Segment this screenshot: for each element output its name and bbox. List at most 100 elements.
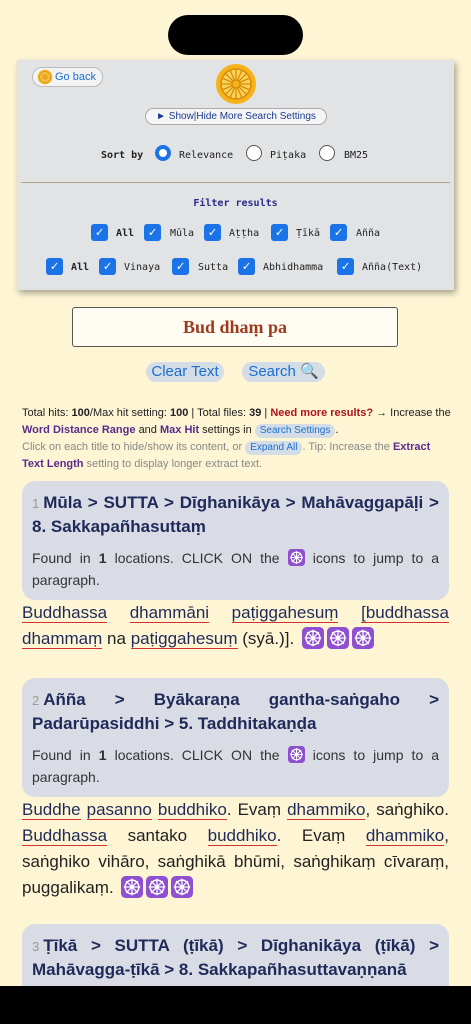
result-found-text: Found in 1 locations. CLICK ON the icons… bbox=[32, 744, 439, 788]
max-hit-label: /Max hit setting: bbox=[89, 407, 167, 419]
more-results-text: Need more results? bbox=[270, 407, 374, 419]
clear-text-button[interactable]: Clear Text bbox=[146, 362, 224, 382]
found-suffix: locations. CLICK ON the bbox=[114, 747, 280, 763]
checkbox-attha[interactable]: ✓ bbox=[204, 224, 221, 241]
camera-notch bbox=[168, 15, 303, 55]
checkbox-all-2[interactable]: ✓ bbox=[46, 258, 63, 275]
passage-text: santako bbox=[127, 826, 188, 845]
go-back-button[interactable]: Go back bbox=[32, 67, 103, 87]
max-hit-value: 100 bbox=[170, 407, 189, 419]
checkbox-tika-label: Ṭīkā bbox=[296, 228, 321, 239]
checkbox-all-1[interactable]: ✓ bbox=[91, 224, 108, 241]
found-prefix: Found in bbox=[32, 747, 91, 763]
checkbox-anna-text[interactable]: ✓ bbox=[337, 258, 354, 275]
dharma-wheel-icon bbox=[288, 549, 305, 566]
filter-row-commentary: ✓ All ✓ Mūla ✓ Aṭṭha ✓ Ṭīkā ✓ Añña bbox=[17, 224, 454, 244]
checkbox-all-1-label: All bbox=[116, 228, 135, 239]
result-number: 2 bbox=[32, 693, 40, 708]
highlight-word: Buddhassa bbox=[22, 826, 108, 846]
checkbox-abhidhamma-label: Abhidhamma bbox=[263, 262, 324, 273]
result-title-3[interactable]: 3 Ṭīkā > SUTTA (ṭīkā) > Dīghanikāya (ṭīkā… bbox=[32, 934, 439, 981]
highlight-word: Buddhe bbox=[22, 800, 81, 820]
increase-text: → Increase the bbox=[376, 407, 451, 419]
radio-bm25[interactable] bbox=[319, 145, 335, 161]
checkbox-all-2-label: All bbox=[71, 262, 90, 273]
and-text: and bbox=[138, 424, 157, 436]
radio-bm25-label: BM25 bbox=[344, 150, 369, 161]
results-info: Total hits: 100/Max hit setting: 100 | T… bbox=[22, 407, 451, 470]
passage-text: , saṅghiko. bbox=[365, 800, 449, 819]
jump-paragraph-icon[interactable] bbox=[121, 876, 143, 898]
divider bbox=[21, 182, 450, 183]
result-title-text: Mūla > SUTTA > Dīghanikāya > Mahāvaggapā… bbox=[32, 493, 439, 536]
checkbox-vinaya-label: Vinaya bbox=[124, 262, 161, 273]
result-passage-1: Buddhassa dhammāni paṭiggahesuṃ [buddhas… bbox=[22, 600, 449, 652]
toggle-settings-button[interactable]: ► Show|Hide More Search Settings bbox=[145, 108, 327, 125]
total-files-value: 39 bbox=[249, 407, 262, 419]
locations-count: 1 bbox=[98, 550, 107, 566]
jump-paragraph-icon[interactable] bbox=[171, 876, 193, 898]
result-passage-2: Buddhe pasanno buddhiko. Evaṃ dhammiko, … bbox=[22, 797, 449, 901]
highlight-word: pasanno bbox=[86, 800, 152, 820]
jump-paragraph-icon[interactable] bbox=[302, 627, 324, 649]
jump-paragraph-icon[interactable] bbox=[146, 876, 168, 898]
locations-count: 1 bbox=[98, 747, 107, 763]
sort-row: Sort by Relevance Piṭaka BM25 bbox=[17, 145, 454, 165]
word-distance-text: Word Distance Range bbox=[22, 424, 136, 436]
highlight-word: paṭiggahesuṃ bbox=[130, 629, 238, 649]
passage-text: na bbox=[107, 629, 126, 648]
jump-paragraph-icon[interactable] bbox=[327, 627, 349, 649]
result-number: 3 bbox=[32, 939, 40, 954]
checkbox-anna-text-label: Añña(Text) bbox=[362, 262, 423, 273]
found-suffix: locations. CLICK ON the bbox=[114, 550, 280, 566]
total-hits-label: Total hits: bbox=[22, 407, 69, 419]
search-input[interactable]: Bud dhaṃ pa bbox=[72, 307, 398, 347]
checkbox-mula[interactable]: ✓ bbox=[144, 224, 161, 241]
expand-all-button[interactable]: Expand All bbox=[245, 441, 303, 455]
search-settings-link[interactable]: Search Settings bbox=[254, 424, 336, 438]
search-settings-panel: Go back ► Show|Hide More Search Settings… bbox=[17, 60, 454, 290]
result-found-text: Found in 1 locations. CLICK ON the icons… bbox=[32, 547, 439, 591]
dharma-wheel-logo bbox=[214, 62, 258, 106]
checkbox-abhidhamma[interactable]: ✓ bbox=[238, 258, 255, 275]
settings-in-text: settings in bbox=[202, 424, 252, 436]
result-card-1[interactable]: 1 Mūla > SUTTA > Dīghanikāya > Mahāvaggap… bbox=[22, 481, 449, 600]
checkbox-attha-label: Aṭṭha bbox=[229, 228, 260, 239]
click-each-text: Click on each title to hide/show its con… bbox=[22, 441, 243, 453]
checkbox-sutta-label: Sutta bbox=[198, 262, 229, 273]
search-button[interactable]: Search 🔍 bbox=[242, 362, 325, 382]
result-title-text: Añña > Byākaraṇa gantha-saṅgaho > Padarū… bbox=[32, 690, 439, 733]
highlight-word: Buddhassa bbox=[22, 603, 108, 623]
checkbox-tika[interactable]: ✓ bbox=[271, 224, 288, 241]
bottom-bar bbox=[0, 986, 471, 1024]
checkbox-anna-label: Añña bbox=[356, 228, 381, 239]
highlight-word: dhammiko bbox=[287, 800, 366, 820]
total-files-label: | Total files: bbox=[191, 407, 247, 419]
result-title-1[interactable]: 1 Mūla > SUTTA > Dīghanikāya > Mahāvaggap… bbox=[32, 491, 439, 538]
checkbox-anna[interactable]: ✓ bbox=[330, 224, 347, 241]
highlight-word: dhammiko bbox=[365, 826, 445, 846]
radio-pitaka[interactable] bbox=[246, 145, 262, 161]
result-card-2[interactable]: 2 Añña > Byākaraṇa gantha-saṅgaho > Padar… bbox=[22, 678, 449, 797]
checkbox-mula-label: Mūla bbox=[170, 228, 195, 239]
passage-text: . Evaṃ bbox=[276, 826, 346, 845]
result-title-2[interactable]: 2 Añña > Byākaraṇa gantha-saṅgaho > Padar… bbox=[32, 688, 439, 735]
result-title-text: Ṭīkā > SUTTA (ṭīkā) > Dīghanikāya (ṭīkā)… bbox=[32, 936, 439, 979]
max-hit-text: Max Hit bbox=[159, 424, 200, 436]
highlight-word: dhammāni bbox=[129, 603, 210, 623]
sort-by-label: Sort by bbox=[101, 150, 144, 161]
tip-text: . Tip: Increase the bbox=[302, 441, 390, 453]
radio-relevance[interactable] bbox=[155, 145, 171, 161]
go-back-label: Go back bbox=[55, 71, 96, 83]
radio-relevance-label: Relevance bbox=[179, 150, 234, 161]
highlight-word: paṭiggahesuṃ bbox=[231, 603, 339, 623]
checkbox-sutta[interactable]: ✓ bbox=[172, 258, 189, 275]
found-prefix: Found in bbox=[32, 550, 91, 566]
jump-paragraph-icon[interactable] bbox=[352, 627, 374, 649]
dharma-wheel-icon bbox=[288, 746, 305, 763]
result-number: 1 bbox=[32, 496, 40, 511]
highlight-word: buddhiko bbox=[207, 826, 277, 846]
passage-text: (syā.)]. bbox=[242, 629, 295, 648]
checkbox-vinaya[interactable]: ✓ bbox=[99, 258, 116, 275]
wheel-icon bbox=[37, 69, 53, 85]
